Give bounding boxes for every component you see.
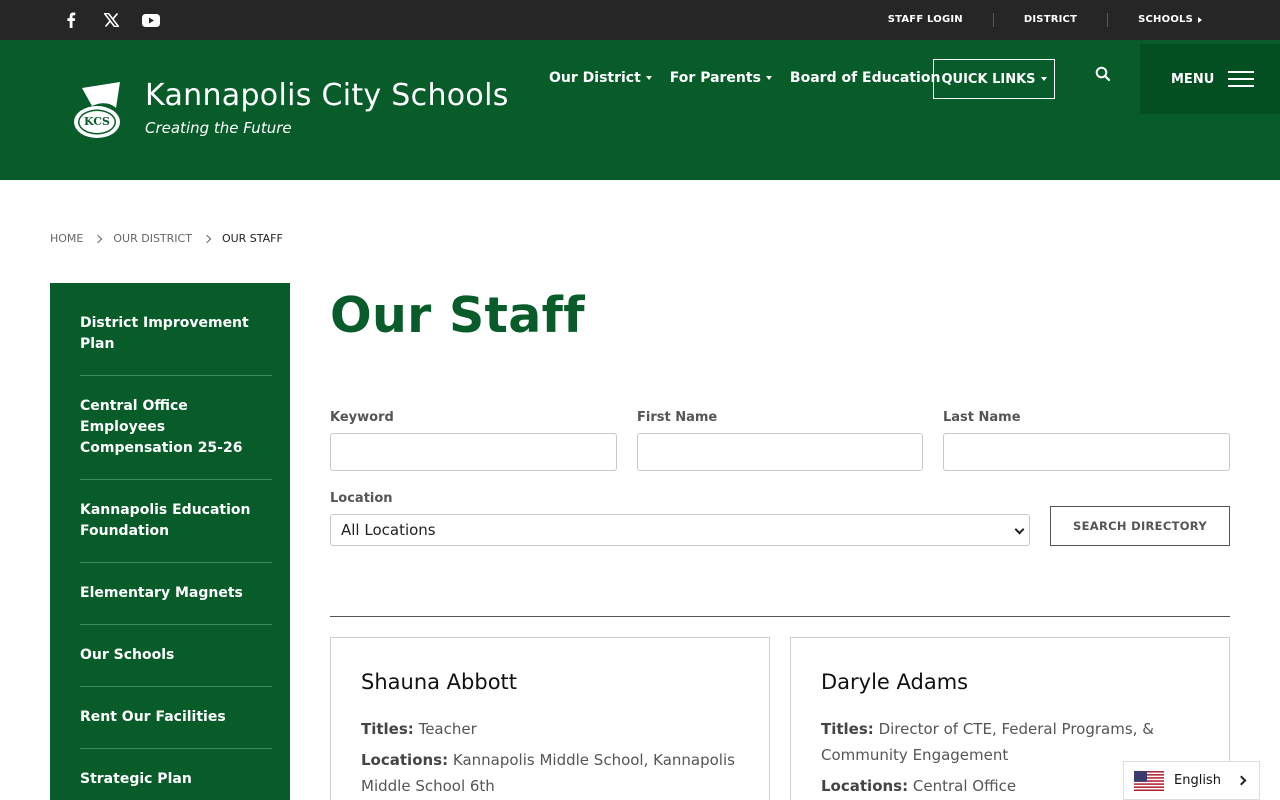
nav-board-of-education[interactable]: Board of Education (790, 70, 941, 86)
breadcrumb-current: OUR STAFF (221, 232, 283, 245)
sidebar-nav: District Improvement Plan Central Office… (50, 283, 290, 800)
breadcrumb-our-district[interactable]: OUR DISTRICT (113, 232, 192, 245)
keyword-label: Keyword (330, 410, 394, 425)
staff-name: Shauna Abbott (361, 670, 518, 694)
last-name-input[interactable] (943, 433, 1230, 471)
caret-down-icon (765, 76, 772, 80)
sidebar-item-central-office-compensation[interactable]: Central Office Employees Compensation 25… (80, 376, 272, 480)
schools-dropdown[interactable]: SCHOOLS (1107, 13, 1232, 27)
divider (330, 616, 1230, 617)
main-nav: Our District For Parents Board of Educat… (549, 70, 940, 86)
menu-button[interactable]: MENU (1140, 44, 1280, 114)
kcs-logo[interactable]: KCS (70, 78, 126, 142)
search-directory-button[interactable]: SEARCH DIRECTORY (1050, 506, 1230, 546)
chevron-right-icon (94, 234, 103, 243)
search-icon[interactable] (1095, 66, 1115, 86)
staff-login-link[interactable]: STAFF LOGIN (858, 13, 993, 27)
keyword-input[interactable] (330, 433, 617, 471)
nav-our-district[interactable]: Our District (549, 70, 652, 86)
sidebar-item-strategic-plan[interactable]: Strategic Plan (80, 749, 272, 800)
staff-locations: Locations: Kannapolis Middle School, Kan… (361, 751, 735, 795)
staff-card: Shauna Abbott Titles: Teacher Locations:… (330, 637, 770, 800)
caret-right-icon (1198, 17, 1202, 23)
page-title: Our Staff (330, 287, 585, 344)
facebook-icon[interactable] (60, 8, 82, 32)
breadcrumb: HOME OUR DISTRICT OUR STAFF (50, 232, 283, 245)
sidebar-item-district-improvement-plan[interactable]: District Improvement Plan (80, 303, 272, 376)
nav-for-parents[interactable]: For Parents (670, 70, 772, 86)
staff-titles: Titles: Teacher (361, 720, 477, 738)
language-selector[interactable]: English (1123, 761, 1260, 800)
first-name-input[interactable] (637, 433, 923, 471)
utility-bar: STAFF LOGIN DISTRICT SCHOOLS (0, 0, 1280, 40)
site-header: KCS Kannapolis City Schools Creating the… (0, 40, 1280, 180)
sidebar-item-rent-facilities[interactable]: Rent Our Facilities (80, 687, 272, 749)
sidebar-item-our-schools[interactable]: Our Schools (80, 625, 272, 687)
utility-links: STAFF LOGIN DISTRICT SCHOOLS (858, 0, 1232, 40)
sidebar-item-elementary-magnets[interactable]: Elementary Magnets (80, 563, 272, 625)
quick-links-button[interactable]: QUICK LINKS (933, 59, 1055, 99)
location-label: Location (330, 491, 393, 506)
first-name-label: First Name (637, 410, 718, 425)
district-link[interactable]: DISTRICT (992, 13, 1107, 27)
us-flag-icon (1134, 770, 1164, 791)
breadcrumb-home[interactable]: HOME (50, 232, 83, 245)
hamburger-icon (1228, 71, 1255, 87)
svg-text:KCS: KCS (84, 115, 110, 128)
social-links (60, 8, 162, 32)
site-tagline: Creating the Future (145, 119, 292, 137)
chevron-down-icon (1014, 524, 1025, 535)
staff-name: Daryle Adams (821, 670, 969, 694)
chevron-right-icon (1236, 775, 1247, 786)
caret-down-icon (645, 76, 652, 80)
last-name-label: Last Name (943, 410, 1021, 425)
site-title[interactable]: Kannapolis City Schools (145, 78, 509, 113)
chevron-right-icon (202, 234, 212, 243)
x-icon[interactable] (100, 8, 122, 32)
sidebar-item-education-foundation[interactable]: Kannapolis Education Foundation (80, 480, 272, 563)
caret-down-icon (1040, 77, 1047, 81)
location-select[interactable]: All Locations (330, 514, 1030, 546)
youtube-icon[interactable] (140, 8, 162, 32)
language-label: English (1174, 773, 1221, 788)
